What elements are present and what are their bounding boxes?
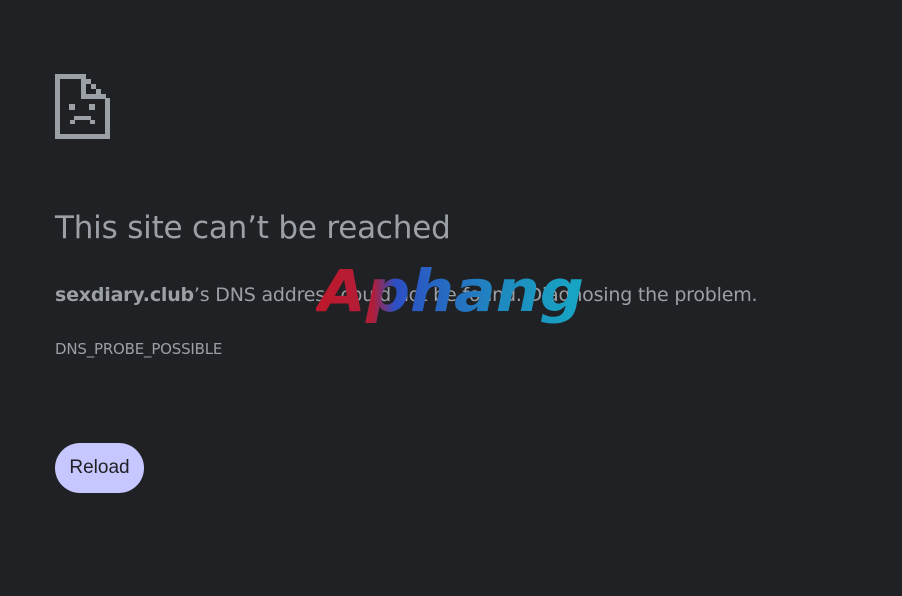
error-description: sexdiary.club’s DNS address could not be…	[55, 284, 758, 306]
error-page: This site can’t be reached sexdiary.club…	[0, 0, 902, 596]
page-title: This site can’t be reached	[55, 210, 451, 246]
error-host: sexdiary.club	[55, 284, 194, 306]
sad-page-icon	[55, 74, 110, 139]
error-message: ’s DNS address could not be found. Diagn…	[193, 284, 758, 306]
error-code: DNS_PROBE_POSSIBLE	[55, 340, 223, 358]
reload-button[interactable]: Reload	[55, 443, 144, 493]
